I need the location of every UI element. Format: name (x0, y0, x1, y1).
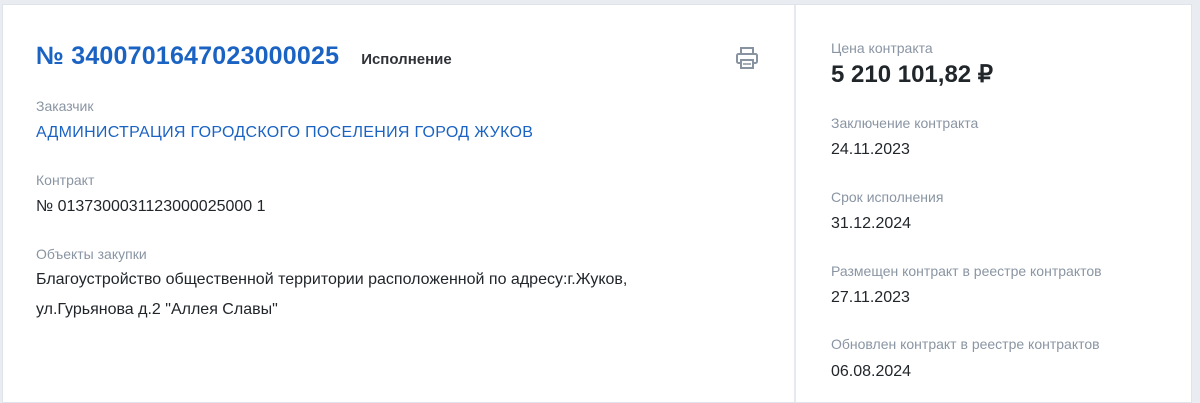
contract-side-panel: Цена контракта 5 210 101,82 ₽ Заключение… (796, 5, 1191, 402)
placed-label: Размещен контракт в реестре контрактов (831, 263, 1102, 279)
contract-card: № 3400701647023000025 Исполнение Заказчи… (2, 4, 1192, 403)
contract-main-panel: № 3400701647023000025 Исполнение Заказчи… (3, 5, 796, 402)
contract-header: № 3400701647023000025 Исполнение (36, 42, 452, 71)
purchase-objects-line-2: ул.Гурьянова д.2 "Аллея Славы" (36, 301, 278, 318)
status-badge: Исполнение (361, 51, 452, 68)
print-icon[interactable] (734, 45, 760, 71)
purchase-objects-line-1: Благоустройство общественной территории … (36, 271, 628, 288)
purchase-objects-label: Объекты закупки (36, 246, 147, 262)
term-date: 31.12.2024 (831, 215, 912, 232)
purchase-objects-value: Благоустройство общественной территории … (36, 265, 756, 325)
contract-number-value: № 0137300031123000025000 1 (36, 198, 266, 215)
price-value: 5 210 101,82 ₽ (831, 61, 994, 88)
conclusion-date: 24.11.2023 (831, 141, 910, 158)
updated-label: Обновлен контракт в реестре контрактов (831, 336, 1100, 352)
conclusion-label: Заключение контракта (831, 115, 979, 131)
updated-date: 06.08.2024 (831, 363, 912, 380)
placed-date: 27.11.2023 (831, 289, 910, 306)
customer-label: Заказчик (36, 98, 94, 114)
contract-label: Контракт (36, 172, 95, 188)
contract-number-link[interactable]: № 3400701647023000025 (36, 42, 339, 71)
term-label: Срок исполнения (831, 189, 944, 205)
price-label: Цена контракта (831, 40, 933, 56)
customer-name-link[interactable]: АДМИНИСТРАЦИЯ ГОРОДСКОГО ПОСЕЛЕНИЯ ГОРОД… (36, 124, 533, 142)
